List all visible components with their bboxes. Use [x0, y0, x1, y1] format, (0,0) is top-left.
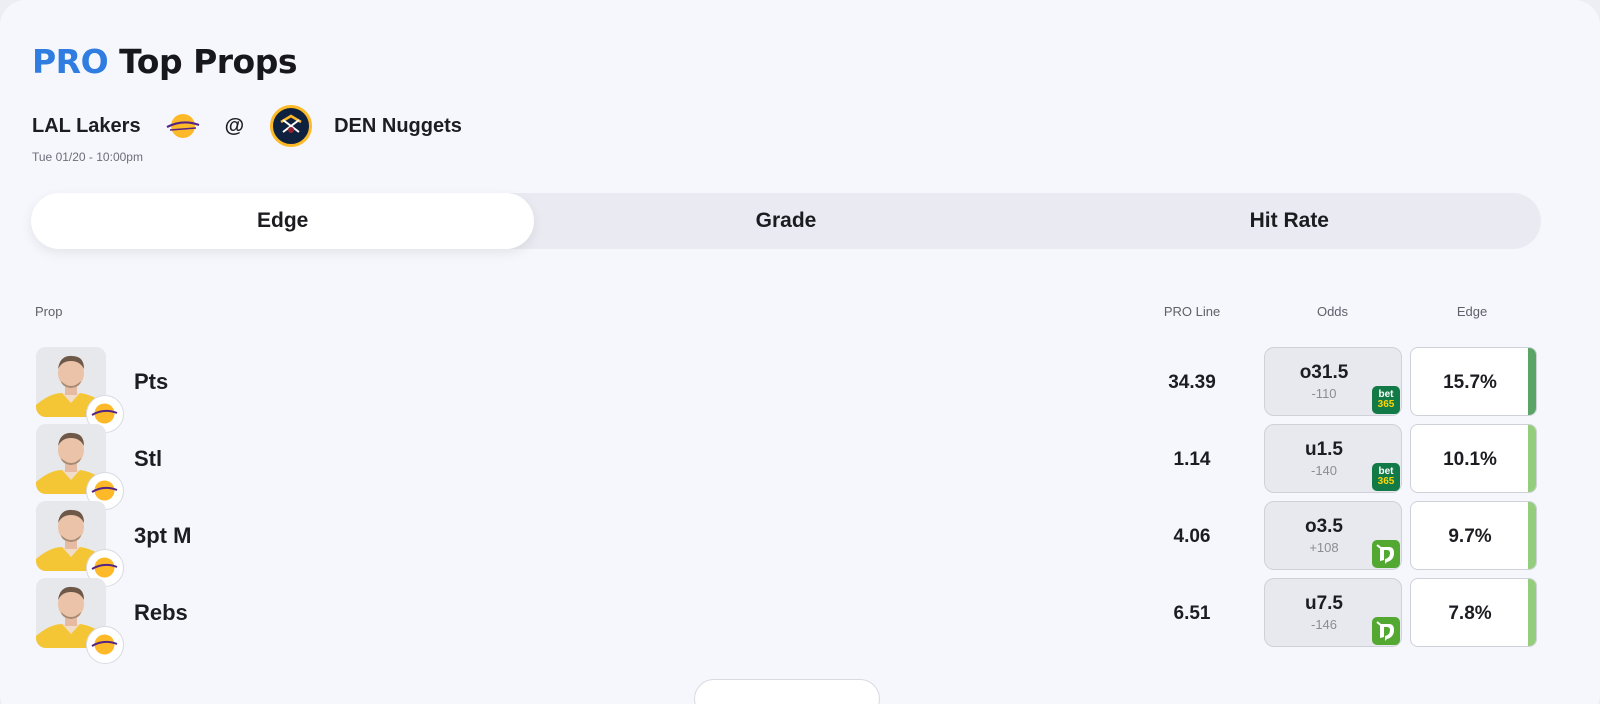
title-pro: PRO [32, 42, 109, 81]
pro-line-value: 6.51 [1173, 603, 1211, 624]
edge-cell: 9.7% [1410, 501, 1537, 570]
odds-line: o3.5 [1304, 516, 1344, 537]
column-header-pro-line: PRO Line [1163, 304, 1221, 319]
edge-indicator-bar [1528, 348, 1536, 415]
odds-button[interactable]: o31.5 -110 bet 365 [1264, 347, 1402, 416]
edge-cell: 15.7% [1410, 347, 1537, 416]
edge-value: 15.7% [1443, 372, 1497, 393]
team-badge-icon [86, 626, 124, 664]
edge-indicator-bar [1528, 579, 1536, 646]
tab-edge[interactable]: Edge [31, 193, 535, 249]
player-avatar-wrap [36, 501, 124, 587]
nuggets-logo-icon [270, 105, 313, 147]
column-header-odds: Odds [1316, 304, 1349, 319]
odds-button[interactable]: u1.5 -140 bet 365 [1264, 424, 1402, 493]
odds-line: o31.5 [1299, 362, 1349, 383]
edge-indicator-bar [1528, 502, 1536, 569]
prop-label: Stl [134, 446, 163, 471]
player-avatar-wrap [36, 424, 124, 510]
pro-line-value: 34.39 [1168, 372, 1216, 393]
bet365-icon: bet 365 [1372, 463, 1400, 491]
edge-indicator-bar [1528, 425, 1536, 492]
prop-row[interactable]: Pts 34.39 o31.5 -110 bet 365 15.7% [0, 347, 1600, 433]
odds-line: u7.5 [1304, 593, 1344, 614]
odds-price: -110 [1311, 386, 1337, 401]
prop-row[interactable]: 3pt M 4.06 o3.5 +108 9.7% [0, 501, 1600, 587]
tab-hit-rate[interactable]: Hit Rate [1038, 193, 1541, 249]
column-header-prop: Prop [35, 304, 63, 319]
sort-tabs: Edge Grade Hit Rate [31, 193, 1541, 249]
pro-line-value: 1.14 [1173, 449, 1211, 470]
edge-value: 10.1% [1443, 449, 1497, 470]
props-card: PRO Top Props LAL Lakers @ DEN Nuggets T… [0, 0, 1600, 704]
draftkings-icon [1372, 617, 1400, 645]
edge-cell: 10.1% [1410, 424, 1537, 493]
odds-line: u1.5 [1304, 439, 1344, 460]
edge-cell: 7.8% [1410, 578, 1537, 647]
draftkings-icon [1372, 540, 1400, 568]
prop-label: Rebs [134, 600, 188, 625]
player-avatar-wrap [36, 578, 124, 664]
prop-label: 3pt M [134, 523, 192, 548]
tab-grade[interactable]: Grade [534, 193, 1037, 249]
show-more-button[interactable] [694, 679, 880, 704]
bet365-icon: bet 365 [1372, 386, 1400, 414]
page-title: PRO Top Props [32, 42, 297, 81]
prop-row[interactable]: Stl 1.14 u1.5 -140 bet 365 10.1% [0, 424, 1600, 510]
odds-price: -146 [1310, 617, 1338, 632]
prop-row[interactable]: Rebs 6.51 u7.5 -146 7.8% [0, 578, 1600, 664]
game-datetime: Tue 01/20 - 10:00pm [32, 150, 143, 164]
title-text: Top Props [119, 42, 297, 81]
odds-price: +108 [1309, 540, 1339, 555]
odds-button[interactable]: o3.5 +108 [1264, 501, 1402, 570]
away-team-name: LAL Lakers [32, 114, 141, 137]
edge-value: 9.7% [1448, 526, 1492, 547]
odds-button[interactable]: u7.5 -146 [1264, 578, 1402, 647]
prop-label: Pts [134, 369, 169, 394]
column-header-edge: Edge [1456, 304, 1488, 319]
player-avatar-wrap [36, 347, 124, 433]
pro-line-value: 4.06 [1173, 526, 1211, 547]
matchup: LAL Lakers @ DEN Nuggets [32, 104, 462, 148]
lakers-logo-icon [165, 113, 201, 139]
odds-price: -140 [1310, 463, 1338, 478]
edge-value: 7.8% [1448, 603, 1492, 624]
at-symbol: @ [224, 114, 245, 137]
home-team-name: DEN Nuggets [334, 114, 462, 137]
